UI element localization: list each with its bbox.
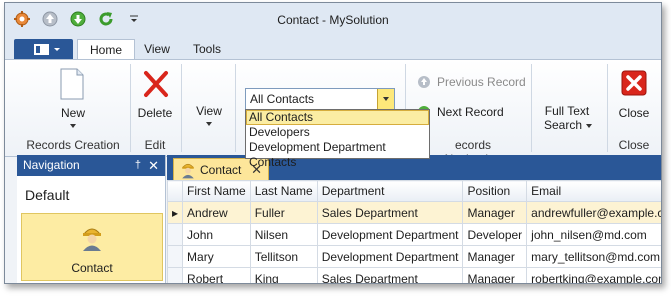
table-cell[interactable]: mary_tellitson@md.com [526, 245, 661, 268]
column-header[interactable]: First Name [182, 180, 251, 202]
filter-combobox-value: All Contacts [250, 92, 315, 106]
chevron-down-icon [383, 97, 389, 101]
table-cell[interactable]: Fuller [249, 201, 318, 224]
delete-icon [144, 71, 168, 97]
filter-dropdown-list: All Contacts Developers Development Depa… [245, 109, 430, 169]
row-indicator [166, 223, 184, 246]
column-header[interactable]: Email [526, 180, 661, 202]
table-cell[interactable]: Sales Department [316, 201, 464, 224]
table-row[interactable]: ▸ Andrew Fuller Sales Department Manager… [166, 201, 661, 224]
application-menu-icon [34, 44, 60, 55]
table-cell[interactable]: Andrew [182, 201, 251, 224]
ribbon-separator [607, 64, 608, 152]
window-title: Contact - MySolution [277, 13, 389, 27]
group-close: Close [618, 138, 650, 152]
filter-option-all-contacts[interactable]: All Contacts [246, 110, 429, 125]
table-cell[interactable]: andrewfuller@example.com [526, 201, 661, 224]
row-indicator [166, 245, 184, 268]
close-button[interactable]: Close [611, 64, 657, 130]
table-cell[interactable]: Manager [462, 267, 528, 283]
ribbon-separator [235, 64, 236, 152]
document-area: Contact ✕ First Name Last Name Departmen… [166, 155, 661, 283]
chevron-down-icon [70, 124, 76, 128]
close-icon[interactable]: ✕ [148, 155, 159, 176]
previous-record-icon [418, 76, 430, 88]
navigation-item-label: Contact [71, 261, 113, 275]
table-cell[interactable]: john_nilsen@md.com [526, 223, 661, 246]
table-cell[interactable]: John [182, 223, 251, 246]
contact-icon [182, 163, 194, 179]
table-cell[interactable]: Developer [462, 223, 528, 246]
next-record-button[interactable]: Next Record [417, 104, 527, 124]
navigation-header: Navigation † ✕ [17, 155, 165, 176]
pin-icon[interactable]: † [135, 155, 141, 176]
navigation-title: Navigation [23, 158, 80, 172]
delete-button[interactable]: Delete [133, 64, 177, 130]
group-edit: Edit [144, 138, 166, 152]
table-cell[interactable]: Nilsen [249, 223, 318, 246]
tab-tools[interactable]: Tools [185, 39, 229, 59]
table-cell[interactable]: robertking@example.com [526, 267, 661, 283]
table-row[interactable]: John Nilsen Development Department Devel… [166, 223, 661, 246]
table-cell[interactable]: Development Department [316, 245, 464, 268]
table-row[interactable]: Mary Tellitson Development Department Ma… [166, 245, 661, 268]
column-header[interactable]: Last Name [249, 180, 318, 202]
chevron-down-icon [586, 124, 592, 128]
contacts-grid: First Name Last Name Department Position… [166, 180, 661, 283]
ribbon-separator [531, 64, 532, 152]
table-cell[interactable]: Manager [462, 245, 528, 268]
ribbon-separator [130, 64, 131, 152]
application-menu-button[interactable] [14, 39, 73, 59]
chevron-down-icon [206, 122, 212, 126]
close-button-label: Close [618, 106, 650, 120]
new-button[interactable]: New [45, 64, 101, 130]
full-text-search-button[interactable]: Full Text Search [535, 100, 599, 132]
column-header[interactable]: Department [316, 180, 464, 202]
app-window: Contact - MySolution Home View Tools New… [4, 2, 662, 284]
new-button-label: New [60, 106, 85, 120]
group-records-creation: Records Creation [26, 138, 120, 152]
previous-record-label: Previous Record [437, 75, 526, 89]
table-cell[interactable]: Sales Department [316, 267, 464, 283]
document-tab-label: Contact [200, 163, 242, 177]
full-text-search-label: Full Text [544, 104, 590, 118]
row-indicator [166, 267, 184, 283]
title-bar: Contact - MySolution [5, 3, 661, 37]
table-cell[interactable]: King [249, 267, 318, 283]
filter-option-developers[interactable]: Developers [246, 125, 429, 140]
navigation-group-default[interactable]: Default [25, 187, 69, 203]
filter-option-development-department-contacts[interactable]: Development Department Contacts [246, 140, 429, 169]
table-cell[interactable]: Mary [182, 245, 251, 268]
next-record-label: Next Record [437, 105, 504, 119]
column-header[interactable]: Position [462, 180, 528, 202]
delete-button-label: Delete [137, 106, 173, 120]
table-cell[interactable]: Robert [182, 267, 251, 283]
ribbon-tabs: Home View Tools [5, 37, 661, 60]
row-indicator-header [166, 180, 184, 202]
contact-icon [82, 228, 102, 251]
table-cell[interactable]: Development Department [316, 223, 464, 246]
close-icon [621, 70, 647, 96]
table-cell[interactable]: Manager [462, 201, 528, 224]
filter-combobox[interactable]: All Contacts [245, 88, 395, 110]
previous-record-button[interactable]: Previous Record [417, 74, 527, 94]
tab-home[interactable]: Home [77, 39, 135, 60]
table-row[interactable]: Robert King Sales Department Manager rob… [166, 267, 661, 283]
filter-dropdown-button[interactable] [377, 89, 394, 109]
new-document-icon [60, 68, 84, 100]
table-cell[interactable]: Tellitson [249, 245, 318, 268]
navigation-item-contact[interactable]: Contact [21, 213, 163, 281]
full-text-search-label-line2: Search [543, 118, 583, 132]
row-indicator-icon: ▸ [166, 201, 184, 224]
tab-view[interactable]: View [137, 39, 177, 59]
grid-header-row: First Name Last Name Department Position… [166, 180, 661, 202]
navigation-panel: Navigation † ✕ Default Contact [17, 155, 166, 283]
view-button[interactable]: View [185, 100, 233, 130]
view-button-label: View [196, 104, 222, 118]
ribbon-separator [181, 64, 182, 152]
